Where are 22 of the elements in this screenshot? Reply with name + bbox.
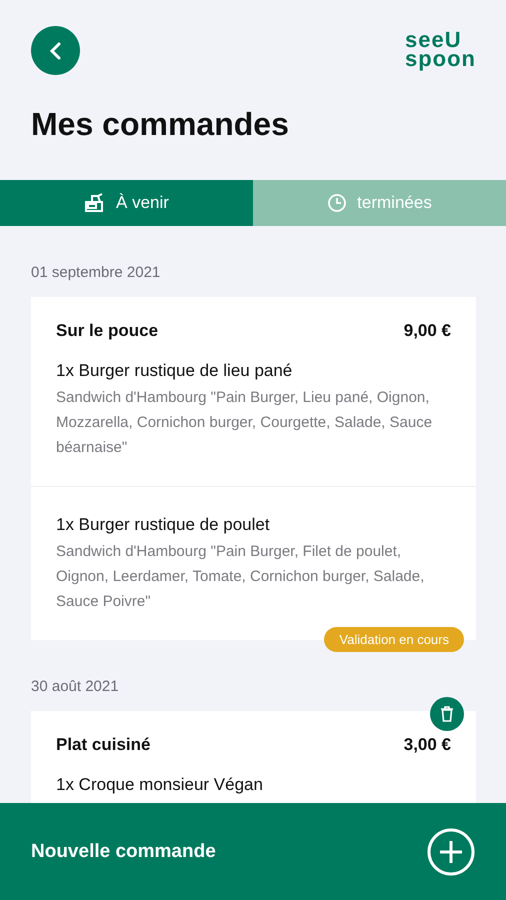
order-price: 3,00 € [404, 735, 451, 755]
trash-icon [440, 706, 454, 722]
plus-icon [426, 826, 476, 876]
item-description: Sandwich d'Hambourg "Pain Burger, Filet de poulet, Oignon, Leerdamer, Tomate, Cornichon burger, Salade, Sauce Poivre" [56, 542, 426, 612]
item-name: 1x Croque monsieur Végan [56, 775, 264, 795]
order-title: Plat cuisiné [56, 735, 150, 755]
status-badge: Validation en cours [324, 627, 464, 652]
back-button[interactable] [31, 26, 80, 75]
order-date: 01 septembre 2021 [31, 264, 162, 281]
clock-icon [327, 193, 348, 213]
delete-button[interactable] [430, 697, 464, 731]
order-price: 9,00 € [404, 321, 451, 341]
add-button[interactable] [426, 826, 476, 876]
tab[interactable]: À venir [0, 180, 253, 226]
order-title: Sur le pouce [56, 321, 158, 341]
item-name: 1x Burger rustique de poulet [56, 515, 271, 535]
new-order-label[interactable]: Nouvelle commande [31, 840, 216, 862]
chevron-left-icon [48, 42, 64, 60]
order-date: 30 août 2021 [31, 678, 120, 695]
item-description: Sandwich d'Hambourg "Pain Burger, Lieu pané, Oignon, Mozzarella, Cornichon burger, Courgette, Salade, Sauce béarnaise" [56, 388, 434, 458]
page-title: Mes commandes [31, 106, 290, 144]
item-name: 1x Burger rustique de lieu pané [56, 361, 294, 381]
